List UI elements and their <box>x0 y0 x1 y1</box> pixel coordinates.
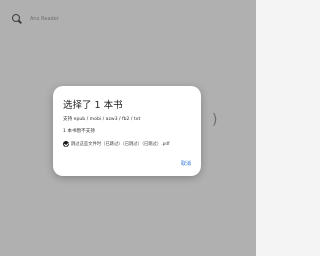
skip-files-option[interactable]: 跳过这些文件时（已跳过）（已跳过）（已跳过）.pdf <box>63 141 170 147</box>
cancel-button[interactable]: 取消 <box>181 160 191 167</box>
unsupported-count-text: 1 本书暂不支持 <box>63 129 95 134</box>
dialog-title: 选择了 1 本书 <box>63 100 123 111</box>
import-dialog: 选择了 1 本书 支持 epub / mobi / azw3 / fb2 / t… <box>53 86 201 176</box>
skip-files-label: 跳过这些文件时（已跳过）（已跳过）（已跳过）.pdf <box>71 142 170 147</box>
supported-formats-text: 支持 epub / mobi / azw3 / fb2 / txt <box>63 117 141 122</box>
check-icon[interactable] <box>63 141 69 147</box>
